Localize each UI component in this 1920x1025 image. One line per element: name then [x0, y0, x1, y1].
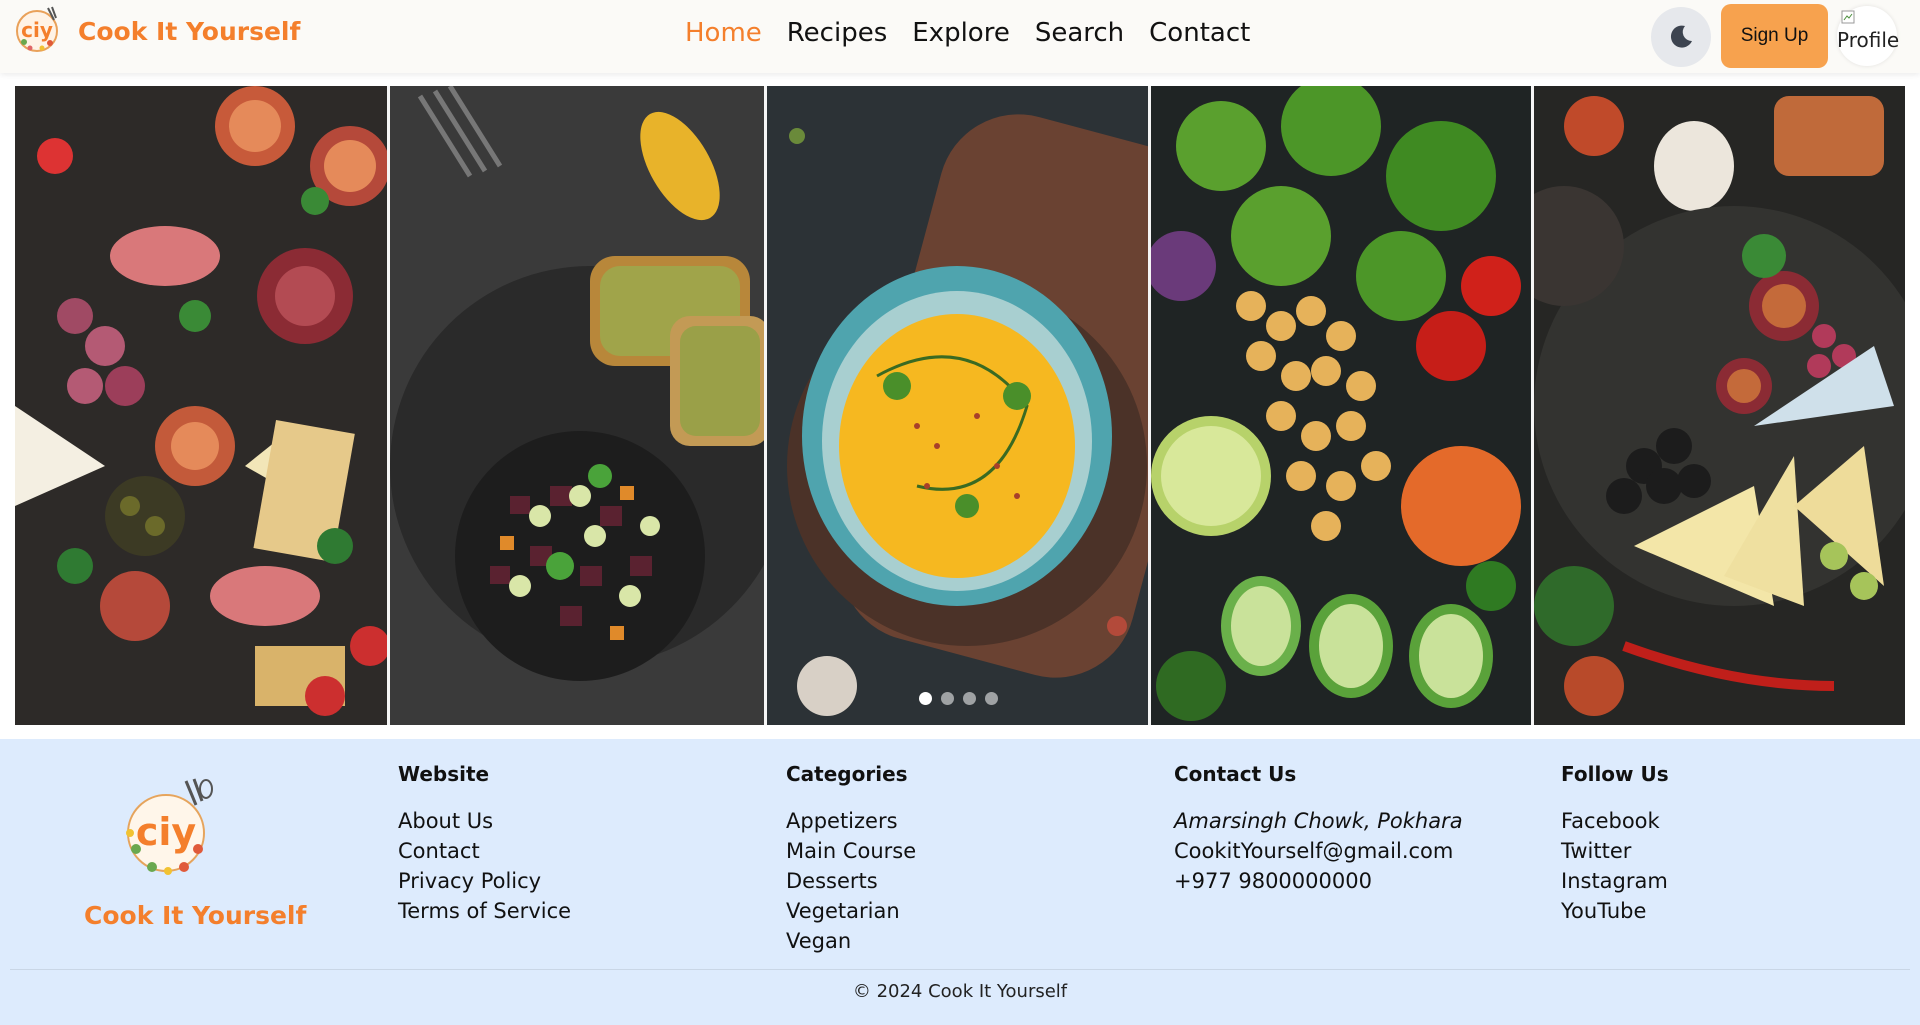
footer-link-desserts[interactable]: Desserts [786, 866, 916, 896]
profile-avatar[interactable]: Profile [1837, 6, 1900, 66]
logo-icon: ciy [12, 4, 62, 54]
nav-contact[interactable]: Contact [1149, 18, 1250, 48]
footer-link-instagram[interactable]: Instagram [1561, 866, 1669, 896]
footer-website-column: Website About Us Contact Privacy Policy … [398, 762, 571, 926]
main-nav: Home Recipes Explore Search Contact [685, 18, 1275, 48]
footer-link-about[interactable]: About Us [398, 806, 571, 836]
carousel-indicators [919, 692, 1007, 705]
nav-explore[interactable]: Explore [912, 18, 1010, 48]
nav-search[interactable]: Search [1035, 18, 1124, 48]
carousel-image-soup [767, 86, 1151, 725]
footer-categories-title: Categories [786, 762, 908, 786]
footer-link-contact[interactable]: Contact [398, 836, 571, 866]
footer-follow-column: Follow Us Facebook Twitter Instagram You… [1561, 762, 1669, 926]
signup-button[interactable]: Sign Up [1721, 4, 1828, 68]
nav-recipes[interactable]: Recipes [787, 18, 887, 48]
carousel-image-salad [1151, 86, 1534, 725]
footer-categories-column: Categories Appetizers Main Course Desser… [786, 762, 916, 956]
footer-phone: +977 9800000000 [1174, 869, 1372, 893]
logo-text: ciy [21, 18, 53, 42]
footer-link-terms[interactable]: Terms of Service [398, 896, 571, 926]
moon-icon [1670, 25, 1692, 48]
footer-follow-title: Follow Us [1561, 762, 1669, 786]
footer-brand-name: Cook It Yourself [84, 901, 307, 930]
footer-link-appetizers[interactable]: Appetizers [786, 806, 916, 836]
footer-logo-text: ciy [136, 810, 197, 854]
carousel-image-tartare [390, 86, 767, 725]
brand-link[interactable]: ciy Cook It Yourself [12, 4, 300, 54]
footer-divider [10, 969, 1910, 970]
carousel-dot-4[interactable] [985, 692, 998, 705]
footer-contact-title: Contact Us [1174, 762, 1297, 786]
footer-link-privacy[interactable]: Privacy Policy [398, 866, 571, 896]
footer-website-title: Website [398, 762, 490, 786]
footer-link-vegetarian[interactable]: Vegetarian [786, 896, 916, 926]
hero-carousel[interactable] [15, 86, 1905, 725]
footer-link-youtube[interactable]: YouTube [1561, 896, 1669, 926]
footer-link-main-course[interactable]: Main Course [786, 836, 916, 866]
site-footer: ciy Cook It Yourself Website About Us Co… [0, 739, 1920, 1025]
theme-toggle-button[interactable] [1651, 7, 1711, 67]
brand-name[interactable]: Cook It Yourself [78, 17, 300, 46]
carousel-dot-2[interactable] [941, 692, 954, 705]
carousel-image-platter [1534, 86, 1905, 725]
footer-link-vegan[interactable]: Vegan [786, 926, 916, 956]
footer-email: CookitYourself@gmail.com [1174, 839, 1454, 863]
footer-address: Amarsingh Chowk, Pokhara [1174, 809, 1463, 833]
nav-home[interactable]: Home [685, 18, 762, 48]
footer-link-facebook[interactable]: Facebook [1561, 806, 1669, 836]
footer-logo-icon: ciy [122, 777, 214, 877]
carousel-image-charcuterie [15, 86, 390, 725]
site-header: ciy Cook It Yourself Home Recipes Explor… [0, 0, 1920, 73]
carousel-dot-3[interactable] [963, 692, 976, 705]
footer-contact-column: Contact Us Amarsingh Chowk, Pokhara Cook… [1174, 762, 1463, 896]
carousel-dot-1[interactable] [919, 692, 932, 705]
profile-alt-text: Profile [1837, 28, 1900, 52]
footer-link-twitter[interactable]: Twitter [1561, 836, 1669, 866]
copyright-text: © 2024 Cook It Yourself [852, 981, 1068, 1002]
broken-image-icon [1841, 10, 1855, 24]
